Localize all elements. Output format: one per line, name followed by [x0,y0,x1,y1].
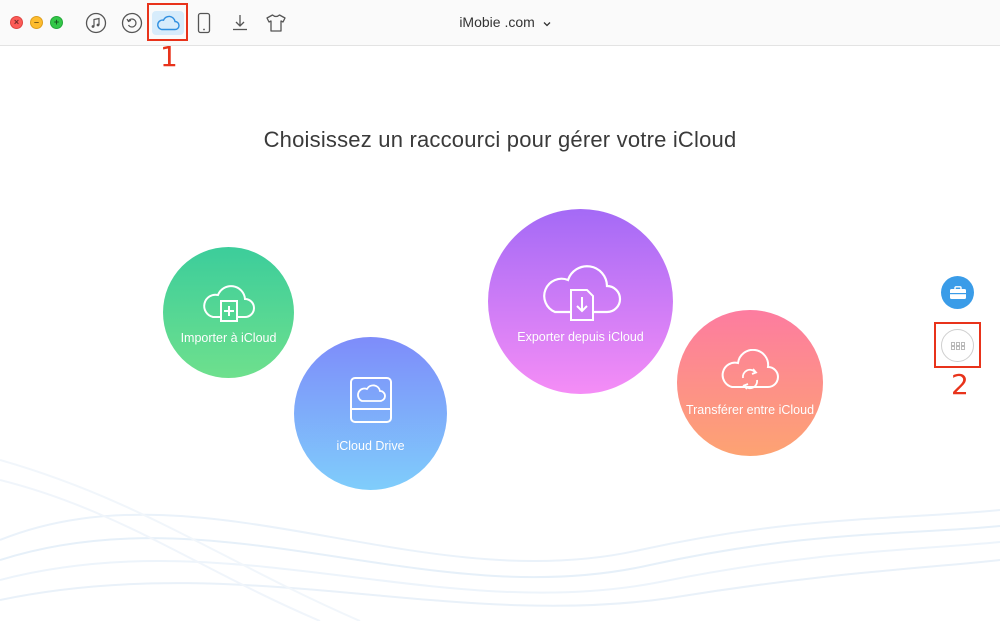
shortcut-export-label: Exporter depuis iCloud [517,329,644,344]
toolbar-device-button[interactable] [191,10,217,36]
shortcut-import-to-icloud[interactable]: Importer à iCloud [163,247,294,378]
maximize-icon: + [53,17,60,27]
toolbar-restore-button[interactable] [119,10,145,36]
toolbox-button[interactable] [941,276,974,309]
toolbar-music-button[interactable] [83,10,109,36]
shortcut-export-from-icloud[interactable]: Exporter depuis iCloud [488,209,673,394]
page-title: Choisissez un raccourci pour gérer votre… [263,127,737,152]
shortcut-drive-label: iCloud Drive [336,438,405,453]
shortcut-icloud-drive[interactable]: iCloud Drive [294,337,447,490]
toolbox-icon [949,285,966,299]
minimize-icon: – [33,17,39,27]
cloud-export-icon [542,264,621,321]
shortcut-transfer-label: Transférer entre iCloud [685,403,815,417]
window-title-text: iMobie .com [459,14,535,30]
background-waves [0,459,1000,621]
chevron-down-icon [543,22,551,27]
phone-icon [197,12,211,34]
annotation-number-1: 1 [160,40,178,73]
annotation-box-1 [147,3,188,41]
toolbar-download-button[interactable] [227,10,253,36]
close-icon: × [13,17,20,27]
annotation-number-2: 2 [951,368,969,401]
minimize-window-button[interactable]: – [30,16,43,29]
window-title[interactable]: iMobie .com [440,14,570,30]
cloud-add-icon [202,284,255,322]
restore-icon [121,12,143,34]
toolbar-tshirt-button[interactable] [263,10,289,36]
close-window-button[interactable]: × [10,16,23,29]
shortcut-transfer-between-icloud[interactable]: Transférer entre iCloud [677,310,823,456]
app-window: × – + iMobie .com 1 Choisissez un raccou… [0,0,1000,621]
drive-icon [349,376,392,423]
music-note-icon [85,12,107,34]
maximize-window-button[interactable]: + [50,16,63,29]
shortcut-import-label: Importer à iCloud [180,330,277,345]
annotation-box-2 [934,322,981,368]
cloud-sync-icon [721,349,779,390]
tshirt-icon [266,14,286,32]
download-icon [233,15,247,31]
